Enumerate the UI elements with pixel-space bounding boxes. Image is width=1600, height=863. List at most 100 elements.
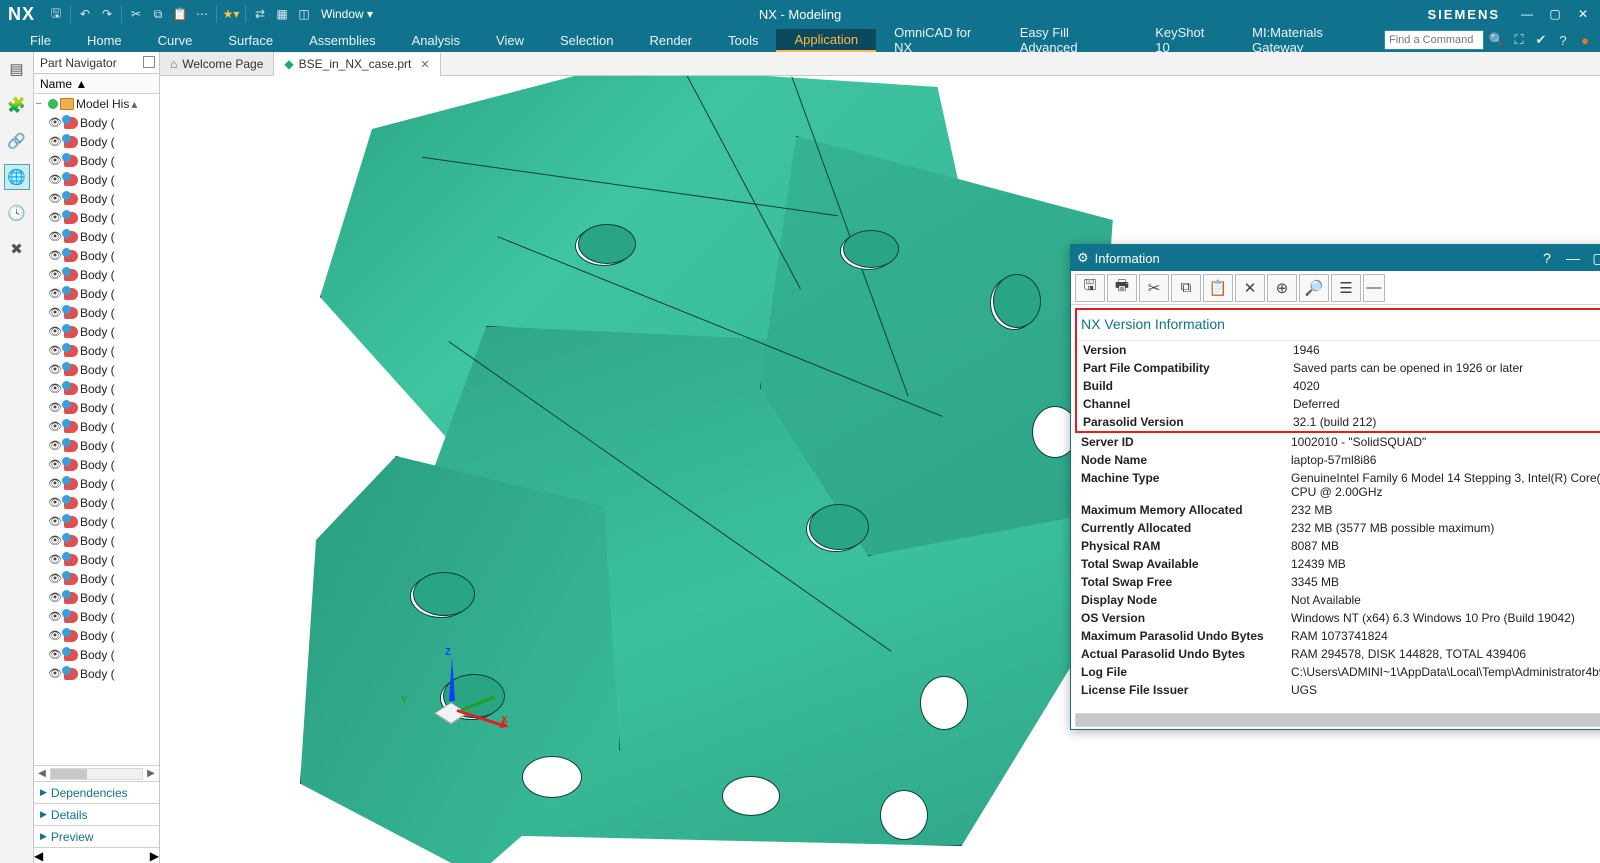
web-icon[interactable]: 🌐	[4, 164, 30, 190]
section-dependencies[interactable]: ▶Dependencies	[34, 781, 159, 803]
column-header-name[interactable]: Name ▲	[34, 74, 159, 94]
delete-icon[interactable]: ✕	[1235, 274, 1265, 302]
visibility-icon[interactable]: 👁	[48, 306, 62, 319]
grid-icon[interactable]: ▦	[271, 3, 293, 25]
tree-item-body[interactable]: 👁 Body (	[34, 436, 159, 455]
tree-item-body[interactable]: 👁 Body (	[34, 550, 159, 569]
command-search-input[interactable]	[1384, 30, 1484, 50]
tree-item-body[interactable]: 👁 Body (	[34, 170, 159, 189]
navigator-icon[interactable]: ▤	[4, 56, 30, 82]
tree-item-body[interactable]: 👁 Body (	[34, 189, 159, 208]
star-icon[interactable]: ★▾	[220, 3, 242, 25]
section-preview[interactable]: ▶Preview	[34, 825, 159, 847]
tree-item-body[interactable]: 👁 Body (	[34, 151, 159, 170]
navigator-hscroll-bottom[interactable]: ◀▶	[34, 847, 159, 863]
target-icon[interactable]: ⊕	[1267, 274, 1297, 302]
menu-item-analysis[interactable]: Analysis	[394, 30, 478, 51]
tools-icon[interactable]: ✖	[4, 236, 30, 262]
menu-item-tools[interactable]: Tools	[710, 30, 776, 51]
graphics-viewport[interactable]: Z X Y ⚙ Information ? — ▢ ✕ 🖫 🖶	[160, 76, 1600, 863]
visibility-icon[interactable]: 👁	[48, 116, 62, 129]
record-icon[interactable]: ●	[1576, 31, 1594, 49]
copy-icon[interactable]: ⧉	[1171, 274, 1201, 302]
menu-item-home[interactable]: Home	[69, 30, 140, 51]
menu-item-assemblies[interactable]: Assemblies	[291, 30, 393, 51]
visibility-icon[interactable]: 👁	[48, 173, 62, 186]
model-tree[interactable]: – Model His ▴👁 Body (👁 Body (👁 Body (👁 B…	[34, 94, 159, 765]
visibility-icon[interactable]: 👁	[48, 553, 62, 566]
tree-item-body[interactable]: 👁 Body (	[34, 398, 159, 417]
tree-item-body[interactable]: 👁 Body (	[34, 417, 159, 436]
list-icon[interactable]: ☰	[1331, 274, 1361, 302]
visibility-icon[interactable]: 👁	[48, 325, 62, 338]
tree-item-body[interactable]: 👁 Body (	[34, 227, 159, 246]
visibility-icon[interactable]: 👁	[48, 667, 62, 680]
restore-button[interactable]: ▢	[1544, 5, 1566, 23]
tree-item-body[interactable]: 👁 Body (	[34, 626, 159, 645]
visibility-icon[interactable]: 👁	[48, 192, 62, 205]
navigator-hscroll[interactable]: ◀▶	[34, 765, 159, 781]
menu-item-curve[interactable]: Curve	[140, 30, 211, 51]
search-icon[interactable]: 🔍	[1488, 31, 1506, 49]
tree-item-body[interactable]: 👁 Body (	[34, 493, 159, 512]
tree-item-body[interactable]: 👁 Body (	[34, 341, 159, 360]
tree-item-body[interactable]: 👁 Body (	[34, 303, 159, 322]
history-icon[interactable]: 🕓	[4, 200, 30, 226]
panel-undock-icon[interactable]	[143, 56, 155, 68]
save-icon[interactable]: 🖫	[1075, 274, 1105, 302]
visibility-icon[interactable]: 👁	[48, 344, 62, 357]
tree-item-body[interactable]: 👁 Body (	[34, 379, 159, 398]
help-icon[interactable]: ?	[1554, 31, 1572, 49]
constraint-icon[interactable]: 🔗	[4, 128, 30, 154]
tree-item-body[interactable]: 👁 Body (	[34, 132, 159, 151]
visibility-icon[interactable]: 👁	[48, 401, 62, 414]
visibility-icon[interactable]: 👁	[48, 154, 62, 167]
tree-item-body[interactable]: 👁 Body (	[34, 569, 159, 588]
tree-root[interactable]: – Model His ▴	[34, 94, 159, 113]
minimize-button[interactable]: —	[1563, 250, 1583, 266]
visibility-icon[interactable]: 👁	[48, 287, 62, 300]
maximize-button[interactable]: ▢	[1589, 250, 1600, 267]
tree-item-body[interactable]: 👁 Body (	[34, 360, 159, 379]
visibility-icon[interactable]: 👁	[48, 610, 62, 623]
menu-item-render[interactable]: Render	[631, 30, 710, 51]
find-icon[interactable]: 🔎	[1299, 274, 1329, 302]
close-icon[interactable]: ✕	[420, 58, 429, 71]
visibility-icon[interactable]: 👁	[48, 249, 62, 262]
visibility-icon[interactable]: 👁	[48, 363, 62, 376]
more-icon[interactable]: ⋯	[191, 3, 213, 25]
tree-item-body[interactable]: 👁 Body (	[34, 664, 159, 683]
tree-item-body[interactable]: 👁 Body (	[34, 322, 159, 341]
section-header[interactable]: NX Version Information –	[1077, 310, 1600, 341]
tab-part[interactable]: ◆ BSE_in_NX_case.prt ✕	[274, 53, 440, 76]
swap-icon[interactable]: ⇄	[249, 3, 271, 25]
tree-item-body[interactable]: 👁 Body (	[34, 474, 159, 493]
visibility-icon[interactable]: 👁	[48, 439, 62, 452]
tab-welcome[interactable]: ⌂ Welcome Page	[160, 52, 274, 75]
visibility-icon[interactable]: 👁	[48, 230, 62, 243]
print-icon[interactable]: 🖶	[1107, 274, 1137, 302]
window-menu[interactable]: Window ▾	[315, 7, 379, 21]
tree-item-body[interactable]: 👁 Body (	[34, 531, 159, 550]
help-button[interactable]: ?	[1537, 250, 1557, 266]
tree-item-body[interactable]: 👁 Body (	[34, 113, 159, 132]
visibility-icon[interactable]: 👁	[48, 629, 62, 642]
section-details[interactable]: ▶Details	[34, 803, 159, 825]
tree-item-body[interactable]: 👁 Body (	[34, 208, 159, 227]
visibility-icon[interactable]: 👁	[48, 382, 62, 395]
tree-item-body[interactable]: 👁 Body (	[34, 645, 159, 664]
visibility-icon[interactable]: 👁	[48, 135, 62, 148]
visibility-icon[interactable]: 👁	[48, 496, 62, 509]
menu-item-view[interactable]: View	[478, 30, 542, 51]
copy-icon[interactable]: ⧉	[147, 3, 169, 25]
information-titlebar[interactable]: ⚙ Information ? — ▢ ✕	[1071, 245, 1600, 271]
minus-icon[interactable]: —	[1363, 274, 1385, 302]
info-hscroll[interactable]	[1075, 713, 1600, 727]
paste-icon[interactable]: 📋	[1203, 274, 1233, 302]
fullscreen-icon[interactable]: ⛶	[1510, 31, 1528, 49]
assembly-icon[interactable]: 🧩	[4, 92, 30, 118]
tree-item-body[interactable]: 👁 Body (	[34, 588, 159, 607]
check-icon[interactable]: ✔	[1532, 31, 1550, 49]
visibility-icon[interactable]: 👁	[48, 458, 62, 471]
tree-item-body[interactable]: 👁 Body (	[34, 455, 159, 474]
